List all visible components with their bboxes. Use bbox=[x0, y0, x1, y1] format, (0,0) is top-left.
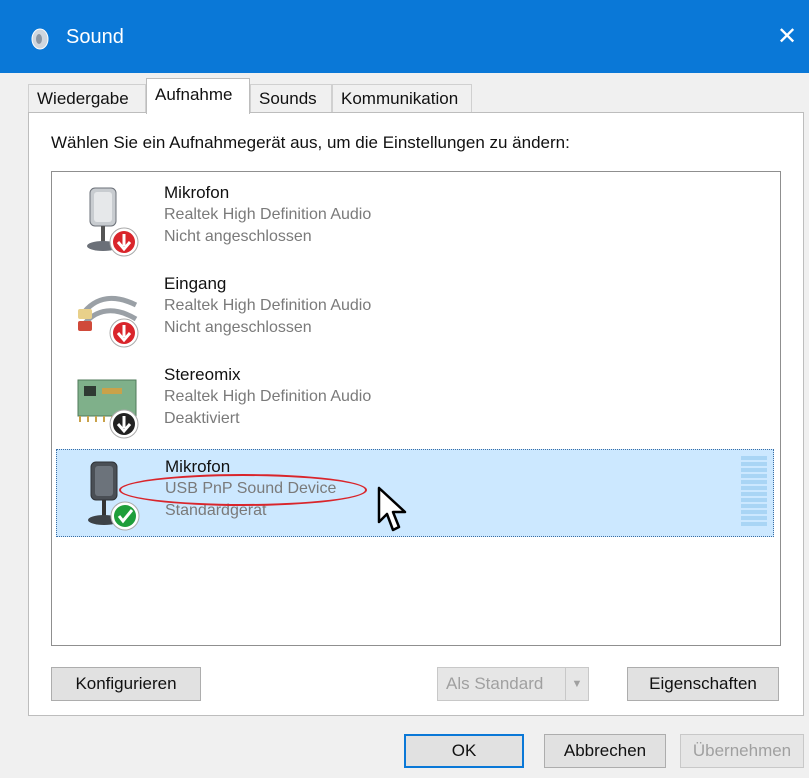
device-status: Deaktiviert bbox=[164, 410, 240, 427]
device-item-mikrofon-realtek[interactable]: Mikrofon Realtek High Definition Audio N… bbox=[56, 176, 774, 264]
tab-wiedergabe[interactable]: Wiedergabe bbox=[28, 84, 146, 112]
device-driver: Realtek High Definition Audio bbox=[164, 206, 372, 223]
line-in-cable-icon bbox=[78, 295, 139, 348]
close-button[interactable]: ✕ bbox=[772, 22, 802, 52]
highlight-ellipse-annotation bbox=[119, 474, 367, 506]
device-status: Nicht angeschlossen bbox=[164, 228, 312, 245]
device-name: Stereomix bbox=[164, 365, 241, 384]
tab-kommunikation[interactable]: Kommunikation bbox=[332, 84, 472, 112]
device-item-eingang[interactable]: Eingang Realtek High Definition Audio Ni… bbox=[56, 267, 774, 355]
device-list[interactable]: Mikrofon Realtek High Definition Audio N… bbox=[51, 171, 781, 646]
volume-level-meter bbox=[741, 456, 767, 526]
device-item-mikrofon-usb[interactable]: Mikrofon USB PnP Sound Device Standardge… bbox=[56, 449, 774, 537]
title-bar[interactable]: Sound ✕ bbox=[0, 0, 809, 73]
tab-aufnahme[interactable]: Aufnahme bbox=[146, 78, 250, 114]
device-item-stereomix[interactable]: Stereomix Realtek High Definition Audio … bbox=[56, 358, 774, 446]
ok-button[interactable]: OK bbox=[404, 734, 524, 768]
close-icon: ✕ bbox=[776, 23, 798, 50]
device-name: Mikrofon bbox=[164, 183, 230, 202]
recording-panel: Wählen Sie ein Aufnahmegerät aus, um die… bbox=[28, 112, 804, 716]
microphone-icon bbox=[87, 187, 139, 257]
device-status: Nicht angeschlossen bbox=[164, 319, 312, 336]
speaker-icon bbox=[31, 28, 49, 50]
apply-button[interactable]: Übernehmen bbox=[680, 734, 804, 768]
device-name: Eingang bbox=[164, 274, 227, 293]
device-driver: Realtek High Definition Audio bbox=[164, 297, 372, 314]
instruction-text: Wählen Sie ein Aufnahmegerät aus, um die… bbox=[51, 133, 570, 152]
cancel-button[interactable]: Abbrechen bbox=[544, 734, 666, 768]
device-driver: Realtek High Definition Audio bbox=[164, 388, 372, 405]
mouse-cursor-icon bbox=[377, 486, 407, 532]
sound-card-icon bbox=[77, 379, 139, 439]
configure-button[interactable]: Konfigurieren bbox=[51, 667, 201, 701]
tab-sounds[interactable]: Sounds bbox=[250, 84, 332, 112]
dropdown-arrow-icon[interactable]: ▼ bbox=[565, 668, 588, 700]
set-default-button[interactable]: Als Standard ▼ bbox=[437, 667, 589, 701]
window-title: Sound bbox=[66, 26, 124, 48]
properties-button[interactable]: Eigenschaften bbox=[627, 667, 779, 701]
